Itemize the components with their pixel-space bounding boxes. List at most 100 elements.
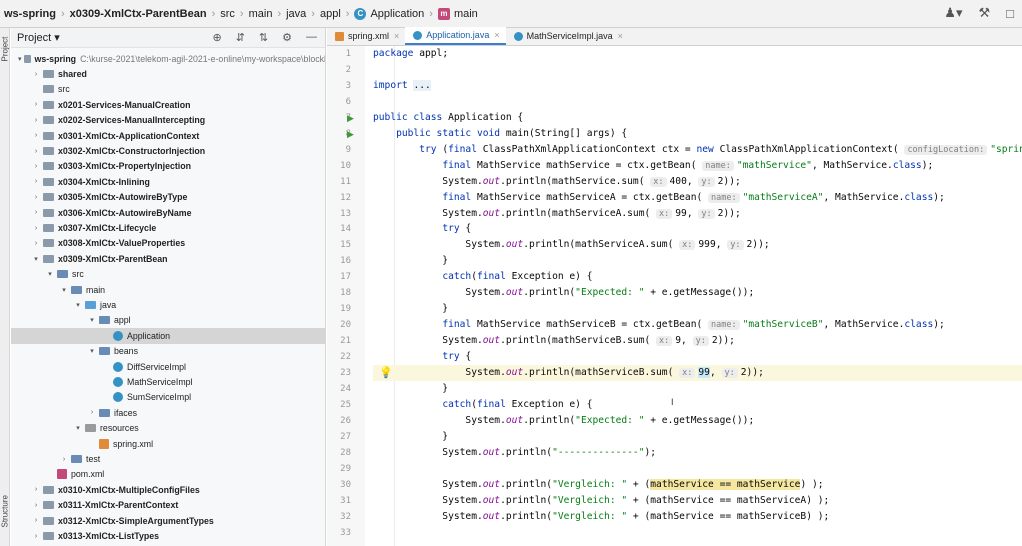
chevron-right-icon[interactable]: ›: [31, 194, 41, 201]
close-icon[interactable]: ×: [618, 31, 623, 41]
tree-item[interactable]: ▾ src: [11, 267, 325, 282]
tree-item[interactable]: › x0304-XmlCtx-Inlining: [11, 174, 325, 189]
code-line[interactable]: catch(final Exception e) {: [373, 269, 1022, 285]
tree-item[interactable]: › x0201-Services-ManualCreation: [11, 97, 325, 112]
chevron-down-icon[interactable]: ▾: [59, 286, 69, 294]
code-line[interactable]: public static void main(String[] args) {: [373, 126, 1022, 142]
chevron-right-icon[interactable]: ›: [31, 502, 41, 509]
chevron-down-icon[interactable]: ▾: [87, 316, 97, 324]
tree-item[interactable]: ▾ main: [11, 282, 325, 297]
editor-tab[interactable]: spring.xml ×: [327, 27, 405, 45]
run-icon[interactable]: ▶: [347, 113, 354, 124]
tree-item[interactable]: › x0302-XmlCtx-ConstructorInjection: [11, 143, 325, 158]
chevron-right-icon[interactable]: ›: [31, 101, 41, 108]
code-line[interactable]: System.out.println(mathServiceB.sum( x: 9…: [373, 333, 1022, 349]
collapse-all-icon[interactable]: ⇅: [259, 31, 268, 44]
run-icon[interactable]: ▶: [347, 129, 354, 140]
code-line[interactable]: }: [373, 429, 1022, 445]
tree-item[interactable]: › x0312-XmlCtx-SimpleArgumentTypes: [11, 513, 325, 528]
chevron-down-icon[interactable]: ▾: [31, 255, 41, 263]
breadcrumb-module[interactable]: x0309-XmlCtx-ParentBean: [70, 8, 207, 20]
breadcrumb-main[interactable]: main: [249, 8, 273, 20]
tree-item[interactable]: › x0308-XmlCtx-ValueProperties: [11, 236, 325, 251]
tree-item[interactable]: SumServiceImpl: [11, 390, 325, 405]
tree-item[interactable]: › x0311-XmlCtx-ParentContext: [11, 498, 325, 513]
tree-item[interactable]: ▾ ws-spring C:\kurse-2021\telekom-agil-202…: [11, 51, 325, 66]
tree-item[interactable]: › test: [11, 451, 325, 466]
code-line[interactable]: [373, 62, 1022, 78]
code-line[interactable]: System.out.println("--------------");: [373, 445, 1022, 461]
tree-item[interactable]: ▾ x0309-XmlCtx-ParentBean: [11, 251, 325, 266]
code-line[interactable]: System.out.println(mathServiceA.sum( x: 9…: [373, 206, 1022, 222]
code-line[interactable]: catch(final Exception e) {: [373, 397, 1022, 413]
code-line[interactable]: System.out.println(mathServiceA.sum( x: 9…: [373, 237, 1022, 253]
chevron-right-icon[interactable]: ›: [31, 163, 41, 170]
tree-item[interactable]: DiffServiceImpl: [11, 359, 325, 374]
tree-item[interactable]: Application: [11, 328, 325, 344]
code-line[interactable]: }: [373, 301, 1022, 317]
chevron-down-icon[interactable]: ▾: [73, 301, 83, 309]
breadcrumb-appl[interactable]: appl: [320, 8, 341, 20]
tree-item[interactable]: src: [11, 82, 325, 97]
breadcrumb-java[interactable]: java: [286, 8, 306, 20]
code-line[interactable]: System.out.println(mathService.sum( x: 40…: [373, 174, 1022, 190]
code-line[interactable]: final MathService mathServiceA = ctx.get…: [373, 190, 1022, 206]
code-line[interactable]: }: [373, 253, 1022, 269]
window-icon[interactable]: □: [1006, 6, 1014, 21]
project-view-selector[interactable]: Project ▾: [17, 31, 60, 44]
code-line[interactable]: System.out.println("Vergleich: " + (math…: [373, 509, 1022, 525]
structure-tool-tab[interactable]: Structure: [1, 495, 10, 527]
code-line[interactable]: }: [373, 381, 1022, 397]
tree-item[interactable]: spring.xml: [11, 436, 325, 451]
close-icon[interactable]: ×: [494, 30, 499, 40]
breadcrumb-method[interactable]: m main: [437, 7, 478, 20]
gear-icon[interactable]: ⚙: [282, 31, 292, 44]
code-line[interactable]: final MathService mathService = ctx.getB…: [373, 158, 1022, 174]
chevron-down-icon[interactable]: ▾: [17, 55, 22, 63]
code-line[interactable]: System.out.println("Vergleich: " + (math…: [373, 477, 1022, 493]
code-line[interactable]: System.out.println("Expected: " + e.getM…: [373, 285, 1022, 301]
chevron-right-icon[interactable]: ›: [31, 117, 41, 124]
chevron-right-icon[interactable]: ›: [87, 409, 97, 416]
tree-item[interactable]: ▾ resources: [11, 421, 325, 436]
chevron-right-icon[interactable]: ›: [31, 486, 41, 493]
code-editor[interactable]: 1 2 3 6 7 ▶ 8 ▶ 9 10 11 12 13 14 15 16 17 18 19 20 21 22 23 24 2…: [327, 46, 1022, 546]
chevron-right-icon[interactable]: ›: [31, 225, 41, 232]
project-tool-tab[interactable]: Project: [1, 32, 10, 62]
chevron-right-icon[interactable]: ›: [31, 517, 41, 524]
user-icon[interactable]: ♟▾: [944, 5, 962, 21]
tree-item[interactable]: › x0202-Services-ManualIntercepting: [11, 113, 325, 128]
build-hammer-icon[interactable]: ⚒: [978, 5, 990, 21]
tree-item[interactable]: › ifaces: [11, 405, 325, 420]
code-line[interactable]: try {: [373, 221, 1022, 237]
tree-item[interactable]: ▾ beans: [11, 344, 325, 359]
hide-icon[interactable]: —: [306, 31, 317, 44]
code-line[interactable]: System.out.println("Expected: " + e.getM…: [373, 413, 1022, 429]
chevron-right-icon[interactable]: ›: [31, 533, 41, 540]
tree-item[interactable]: › x0306-XmlCtx-AutowireByName: [11, 205, 325, 220]
code-line[interactable]: [373, 461, 1022, 477]
breadcrumb-project[interactable]: ws-spring: [4, 8, 56, 20]
tree-item[interactable]: › shared: [11, 66, 325, 81]
breadcrumb-src[interactable]: src: [220, 8, 235, 20]
code-line[interactable]: [373, 525, 1022, 541]
code-line[interactable]: System.out.println("Vergleich: " + (math…: [373, 493, 1022, 509]
editor-tab[interactable]: MathServiceImpl.java ×: [506, 27, 629, 45]
chevron-right-icon[interactable]: ›: [59, 456, 69, 463]
tree-item[interactable]: › x0301-XmlCtx-ApplicationContext: [11, 128, 325, 143]
breadcrumb-class[interactable]: C Application: [354, 7, 424, 20]
code-line[interactable]: [373, 94, 1022, 110]
chevron-down-icon[interactable]: ▾: [87, 347, 97, 355]
chevron-down-icon[interactable]: ▾: [73, 424, 83, 432]
chevron-right-icon[interactable]: ›: [31, 71, 41, 78]
tree-item[interactable]: › x0307-XmlCtx-Lifecycle: [11, 220, 325, 235]
chevron-right-icon[interactable]: ›: [31, 148, 41, 155]
tree-item[interactable]: › x0313-XmlCtx-ListTypes: [11, 528, 325, 543]
code-line[interactable]: public class Application {: [373, 110, 1022, 126]
chevron-right-icon[interactable]: ›: [31, 240, 41, 247]
tree-item[interactable]: › x0310-XmlCtx-MultipleConfigFiles: [11, 482, 325, 497]
code-line[interactable]: try {: [373, 349, 1022, 365]
close-icon[interactable]: ×: [394, 31, 399, 41]
code-line[interactable]: try (final ClassPathXmlApplicationContex…: [373, 142, 1022, 158]
chevron-down-icon[interactable]: ▾: [45, 270, 55, 278]
